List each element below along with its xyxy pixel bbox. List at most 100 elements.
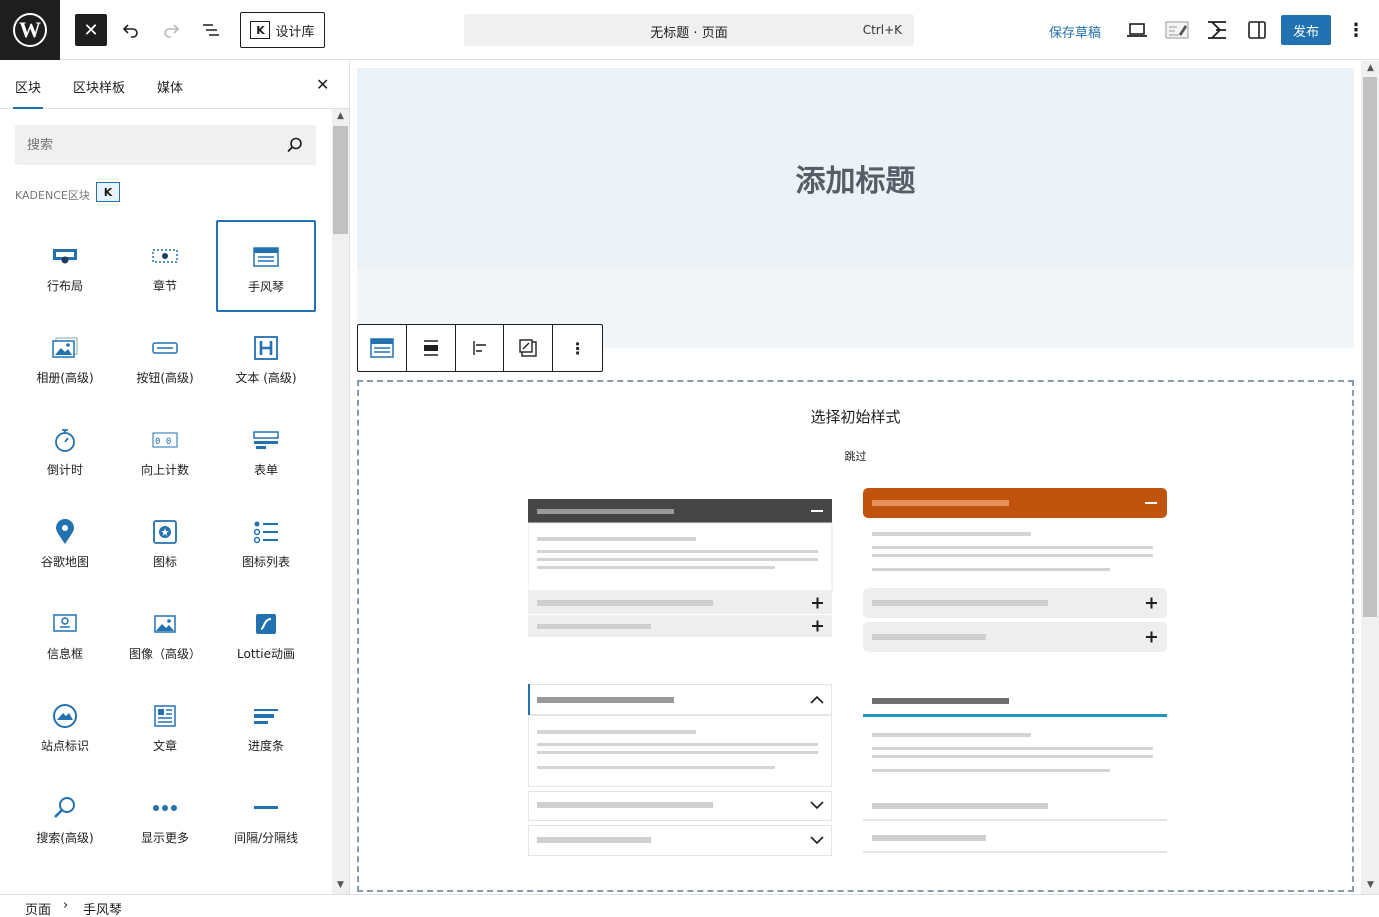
block-partial-1[interactable] <box>15 865 115 894</box>
block-section[interactable]: 章节 <box>115 221 215 313</box>
row-layout-icon <box>52 243 78 269</box>
style-option-orange[interactable] <box>863 487 1169 657</box>
block-row-layout[interactable]: 行布局 <box>15 221 115 313</box>
breadcrumb: 页面 › 手风琴 <box>0 894 1379 917</box>
document-overview-button[interactable] <box>196 14 226 46</box>
section-icon <box>152 243 178 269</box>
breadcrumb-page[interactable]: 页面 <box>25 899 51 917</box>
close-icon: ✕ <box>316 75 330 94</box>
skip-link[interactable]: 跳过 <box>359 448 1352 464</box>
more-vertical-icon: ⋮ <box>569 338 586 358</box>
block-progress-bar[interactable]: 进度条 <box>216 681 316 773</box>
block-image[interactable]: 图像（高级） <box>115 589 215 681</box>
block-type-button[interactable] <box>358 325 407 371</box>
style-picker-title: 选择初始样式 <box>810 408 901 426</box>
block-button[interactable]: 按钮(高级) <box>115 313 215 405</box>
block-options-button[interactable]: ⋮ <box>553 325 602 371</box>
block-info-box[interactable]: 信息框 <box>15 589 115 681</box>
search-advanced-icon <box>52 795 78 821</box>
edit-mode-button[interactable] <box>1163 16 1191 44</box>
style-option-underline[interactable] <box>863 690 1169 860</box>
chevron-right-icon: › <box>63 898 69 913</box>
redo-button[interactable] <box>156 14 186 46</box>
publish-button[interactable]: 发布 <box>1281 15 1331 45</box>
block-icon-list[interactable]: 图标列表 <box>216 497 316 589</box>
block-accordion[interactable]: 手风琴 <box>216 220 316 312</box>
close-inserter-button[interactable]: ✕ <box>75 14 107 46</box>
info-box-icon <box>52 611 78 637</box>
copy-style-button[interactable] <box>504 325 554 371</box>
block-site-identity[interactable]: 站点标识 <box>15 681 115 773</box>
block-toolbar: ⋮ <box>357 324 603 372</box>
kadence-logo-icon: K <box>96 182 120 202</box>
lottie-icon <box>253 611 279 637</box>
style-option-dark[interactable] <box>528 499 834 639</box>
scroll-up-arrow[interactable]: ▲ <box>334 111 347 123</box>
options-menu-button[interactable]: ⋮ <box>1344 16 1368 44</box>
icon-list-icon <box>253 519 279 545</box>
copy-style-icon <box>519 339 537 357</box>
canvas-scroll-thumb[interactable] <box>1363 77 1377 617</box>
tab-media[interactable]: 媒体 <box>157 77 183 96</box>
block-google-map[interactable]: 谷歌地图 <box>15 497 115 589</box>
show-more-icon <box>152 795 178 821</box>
style-option-bordered[interactable] <box>528 684 834 859</box>
more-vertical-icon: ⋮ <box>1347 19 1365 41</box>
align-full-icon <box>423 340 438 356</box>
progress-bar-icon <box>253 703 279 729</box>
block-posts[interactable]: 文章 <box>115 681 215 773</box>
command-palette-bar[interactable]: 无标题 · 页面 Ctrl+K <box>464 14 914 46</box>
tab-blocks[interactable]: 区块 <box>12 77 44 109</box>
hero-heading[interactable]: 添加标题 <box>357 156 1354 200</box>
block-heading[interactable]: 文本 (高级) <box>216 313 316 405</box>
block-show-more[interactable]: 显示更多 <box>115 773 215 865</box>
icon-block-icon <box>152 519 178 545</box>
kadence-icon: K <box>250 21 271 39</box>
style-preview-orange <box>863 488 1167 652</box>
close-inserter-x-button[interactable]: ✕ <box>316 75 329 94</box>
block-lottie[interactable]: Lottie动画 <box>216 589 316 681</box>
block-form[interactable]: 表单 <box>216 405 316 497</box>
document-title: 无标题 · 页面 <box>650 26 728 41</box>
align-button[interactable] <box>407 325 456 371</box>
undo-button[interactable] <box>116 14 146 46</box>
block-partial-3[interactable] <box>216 865 316 894</box>
hero-section[interactable]: 添加标题 <box>357 68 1354 268</box>
partial-block-icon <box>152 887 178 894</box>
search-icon <box>287 137 302 153</box>
kadence-controls-button[interactable] <box>1203 16 1231 44</box>
tab-patterns[interactable]: 区块样板 <box>73 77 125 96</box>
editor-canvas: 添加标题 ⋮ 选择初始样式 跳过 ▲ ▼ <box>351 61 1379 894</box>
wordpress-icon: W <box>13 13 47 47</box>
save-draft-button[interactable]: 保存草稿 <box>1049 22 1101 41</box>
list-view-icon <box>203 24 219 36</box>
breadcrumb-block[interactable]: 手风琴 <box>83 899 122 917</box>
kadence-k-icon <box>1208 21 1226 39</box>
design-library-button[interactable]: K 设计库 <box>240 12 325 48</box>
redo-icon <box>164 24 180 38</box>
block-partial-2[interactable] <box>115 865 215 894</box>
text-align-button[interactable] <box>456 325 505 371</box>
canvas-scroll-down-arrow[interactable]: ▼ <box>1364 880 1377 892</box>
sidebar-toggle-icon <box>1248 21 1266 39</box>
form-icon <box>253 427 279 453</box>
sidebar-scroll-thumb[interactable] <box>333 126 348 234</box>
posts-icon <box>152 703 178 729</box>
block-countdown[interactable]: 倒计时 <box>15 405 115 497</box>
search-input[interactable] <box>15 125 275 165</box>
canvas-scroll-up-arrow[interactable]: ▲ <box>1364 63 1377 75</box>
partial-block-icon <box>253 887 279 894</box>
block-count-up[interactable]: 0 0 7 向上计数 <box>115 405 215 497</box>
scroll-down-arrow[interactable]: ▼ <box>334 880 347 892</box>
block-spacer[interactable]: 间隔/分隔线 <box>216 773 316 865</box>
block-gallery[interactable]: 相册(高级) <box>15 313 115 405</box>
block-icon[interactable]: 图标 <box>115 497 215 589</box>
block-inserter-panel: 区块 区块样板 媒体 ✕ KADENCE区块 K 行布局 章节 手风琴 相册(高… <box>0 61 350 894</box>
wordpress-logo[interactable]: W <box>0 0 60 60</box>
style-preview-bordered <box>528 684 832 856</box>
block-search-advanced[interactable]: 搜索(高级) <box>15 773 115 865</box>
preview-button[interactable] <box>1123 16 1151 44</box>
laptop-icon <box>1127 23 1147 37</box>
accordion-style-picker: 选择初始样式 跳过 <box>357 380 1354 892</box>
settings-sidebar-button[interactable] <box>1243 16 1271 44</box>
